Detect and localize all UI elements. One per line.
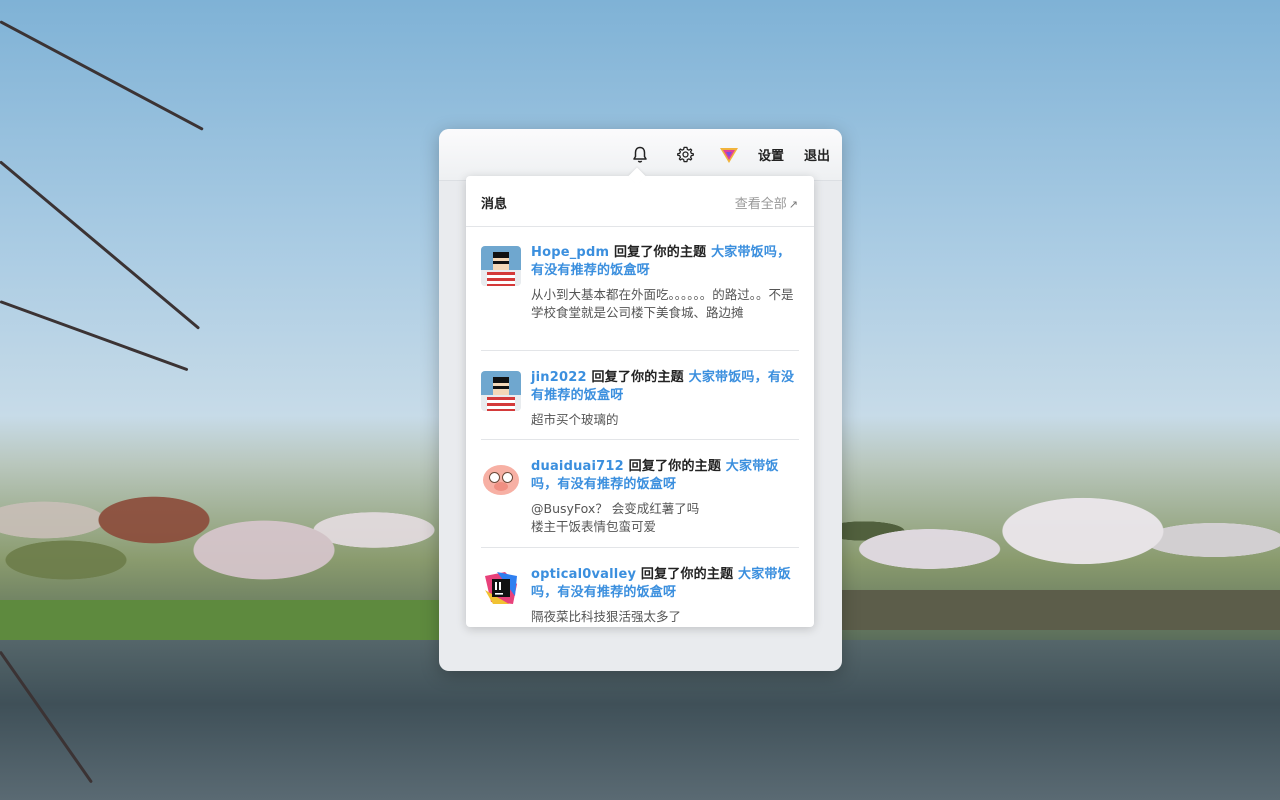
divider bbox=[481, 350, 799, 351]
dropdown-title: 消息 bbox=[481, 197, 508, 212]
notification-action: 回复了你的主题 bbox=[613, 245, 707, 260]
notification-content-line: @BusyFox？ 会变成红薯了吗 bbox=[531, 501, 700, 516]
notification-headline: optical0valley 回复了你的主题 大家带饭吗，有没有推荐的饭盒呀 bbox=[531, 566, 801, 602]
branch bbox=[0, 160, 201, 330]
notification-user[interactable]: jin2022 bbox=[531, 370, 587, 385]
notification-headline: duaiduai712 回复了你的主题 大家带饭吗，有没有推荐的饭盒呀 bbox=[531, 458, 801, 494]
view-all-label: 查看全部 bbox=[734, 197, 787, 212]
divider bbox=[481, 439, 799, 440]
notification-action: 回复了你的主题 bbox=[591, 370, 684, 385]
gear-icon[interactable] bbox=[670, 129, 700, 180]
notification-headline: Hope_pdm 回复了你的主题 大家带饭吗，有没有推荐的饭盒呀 bbox=[531, 244, 801, 280]
divider bbox=[481, 547, 799, 548]
notification-headline: jin2022 回复了你的主题 大家带饭吗，有没有推荐的饭盒呀 bbox=[531, 369, 801, 405]
notification-user[interactable]: duaiduai712 bbox=[531, 459, 624, 474]
notification-content: 从小到大基本都在外面吃。。。。。。的路过。。不是学校食堂就是公司楼下美食城、路边… bbox=[531, 287, 794, 320]
settings-link[interactable]: 设置 bbox=[753, 129, 789, 180]
pixel-sunglasses-avatar[interactable] bbox=[481, 246, 521, 286]
branch bbox=[0, 650, 94, 784]
notification-user[interactable]: Hope_pdm bbox=[531, 245, 609, 260]
view-all-link[interactable]: 查看全部 ↗ bbox=[735, 193, 798, 212]
notification-content: 超市买个玻璃的 bbox=[531, 412, 619, 427]
notifications-dropdown: 消息 查看全部 ↗ Hope_pdm 回复了你的主题 大家带饭吗，有没有推荐的饭盒… bbox=[466, 167, 814, 627]
pixel-sunglasses-avatar[interactable] bbox=[481, 371, 521, 411]
pig-avatar[interactable] bbox=[481, 460, 521, 500]
shore bbox=[842, 590, 1280, 630]
trees-right bbox=[842, 450, 1280, 630]
intellij-avatar[interactable] bbox=[481, 568, 521, 608]
logout-link[interactable]: 退出 bbox=[799, 129, 835, 180]
notification-action: 回复了你的主题 bbox=[640, 567, 734, 582]
branch bbox=[0, 20, 204, 131]
notification-action: 回复了你的主题 bbox=[628, 459, 722, 474]
notification-content: 隔夜菜比科技狠活强太多了 bbox=[531, 609, 682, 624]
grass bbox=[0, 600, 440, 666]
notification-user[interactable]: optical0valley bbox=[531, 567, 636, 582]
notification-content-line: 楼主干饭表情包蛮可爱 bbox=[531, 519, 657, 534]
extension-popup: 设置 退出 消息 查看全部 ↗ Hope_pdm 回复了你的主题 大家带饭吗，有没… bbox=[439, 129, 842, 671]
branch bbox=[0, 300, 189, 372]
dropdown-header: 消息 查看全部 ↗ bbox=[466, 176, 814, 227]
arrow-up-right-icon: ↗ bbox=[788, 198, 798, 211]
notification-content: @BusyFox？ 会变成红薯了吗 楼主干饭表情包蛮可爱 bbox=[531, 500, 801, 536]
v-logo-icon[interactable] bbox=[714, 129, 744, 180]
trees-left bbox=[0, 440, 440, 640]
